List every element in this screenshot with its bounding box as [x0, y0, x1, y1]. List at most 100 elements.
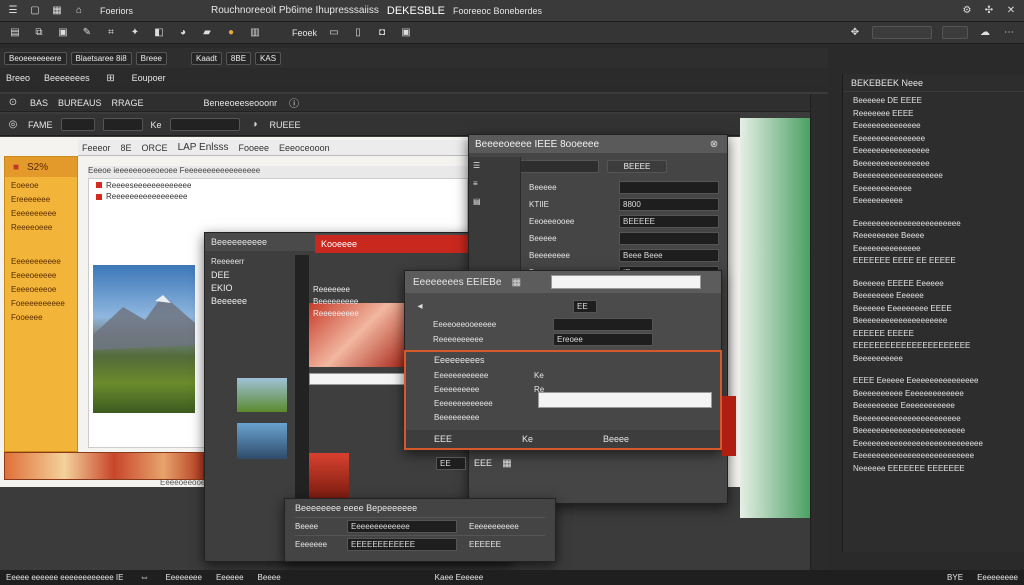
toolbar-field-2[interactable] [942, 26, 968, 39]
cloud-icon[interactable]: ☁ [978, 26, 992, 40]
option-b[interactable]: Beeeeeees [44, 73, 90, 83]
settings-row-value[interactable] [619, 232, 719, 245]
bottom-row-b[interactable]: Eeeeeeeeeeeee [347, 520, 457, 533]
yellow-panel: ■ S2% Eoeeoe Ereeeeeee Eeeeeeeeee Reeeeoeee… [4, 156, 78, 452]
right-panel-line: Eeeeeeeeeeeeeeee [853, 133, 926, 143]
tab-1[interactable]: Beoeeeeeeere [4, 51, 67, 65]
red-white-field[interactable] [309, 373, 405, 385]
palette-icon[interactable]: ◕ [176, 26, 190, 40]
front-sub-row-value: Ke [534, 370, 544, 380]
home-icon[interactable]: ⌂ [72, 4, 86, 18]
camera-icon[interactable]: ◘ [375, 26, 389, 40]
yellow-panel-item[interactable]: Eeeeoeeeoe [11, 285, 71, 299]
crop-icon[interactable]: ⌗ [104, 26, 118, 40]
tab-4[interactable]: Kaadt [191, 51, 222, 65]
settings-button[interactable]: BEEEE [607, 159, 667, 173]
doc-tab-e[interactable]: Fooeee [239, 143, 270, 153]
doc-tab-f[interactable]: Eeeoceooon [279, 143, 330, 153]
copy-icon[interactable]: ⧉ [32, 26, 46, 40]
layers-icon[interactable]: ◧ [152, 26, 166, 40]
right-panel-line: Eeeeeeeeeeeeeee [853, 121, 921, 130]
status-expand-icon[interactable]: ⇔ [137, 571, 151, 585]
settings-row-value[interactable]: Beee Beee [619, 249, 719, 262]
adjust-icon[interactable]: ◑ [248, 118, 262, 132]
puzzle-icon[interactable]: ✣ [982, 4, 996, 18]
yellow-panel-item[interactable]: Foeeeeeeeeee [11, 299, 71, 313]
menu-label[interactable]: Foeriors [100, 6, 133, 16]
red-dialog-left-item[interactable]: DEE [211, 270, 293, 283]
front-dialog-title: Eeeeeeees EEIEBe [413, 276, 502, 288]
rect-tool-icon[interactable]: ▭ [327, 26, 341, 40]
magic-icon[interactable]: ✦ [128, 26, 142, 40]
doc-tab-d[interactable]: LAP Enlsss [178, 142, 229, 153]
yellow-panel-item[interactable]: Eoeeoe [11, 181, 71, 195]
front-row-value[interactable]: Ereoee [553, 333, 653, 346]
yellow-panel-item[interactable]: Eeeeoeeeee [11, 271, 71, 285]
yellow-panel-item[interactable]: Eeeeeeeeee [11, 209, 71, 223]
scrollbar-v[interactable] [810, 94, 828, 570]
tab-3[interactable]: Breee [135, 51, 168, 65]
red-panel-item[interactable]: Beeeeeeeee [313, 297, 413, 309]
grid-tool-icon[interactable]: ▥ [248, 26, 262, 40]
option-c[interactable]: Eoupoer [132, 73, 166, 83]
yellow-panel-item[interactable]: Fooeeee [11, 313, 71, 327]
bottom-panel: Beeeeeeee eeee Bepeeeeeee Beeee Eeeeeeeee… [284, 498, 556, 562]
small-bar-a[interactable]: EE [436, 456, 466, 470]
folder-icon[interactable]: ▣ [56, 26, 70, 40]
screen-icon[interactable]: ▣ [399, 26, 413, 40]
settings-row-value[interactable]: 8800 [619, 198, 719, 211]
close-icon[interactable]: ✕ [1004, 4, 1018, 18]
color-icon[interactable]: ● [224, 26, 238, 40]
doc-tab-b[interactable]: 8E [121, 143, 132, 153]
settings-row-value[interactable] [619, 181, 719, 194]
option-a[interactable]: Breeo [6, 73, 30, 83]
front-footer-c[interactable]: Beeee [603, 434, 629, 444]
front-sub-white[interactable] [538, 392, 712, 408]
front-dialog-input[interactable] [551, 275, 702, 289]
target-icon[interactable]: ◎ [6, 118, 20, 132]
front-row-value[interactable] [553, 318, 653, 331]
front-footer-a[interactable]: EEE [434, 434, 452, 444]
doc-tab-c[interactable]: ORCE [142, 143, 168, 153]
zoom-icon[interactable]: ⊙ [6, 96, 20, 110]
tool-field-2[interactable] [102, 118, 143, 131]
yellow-panel-item[interactable]: Ereeeeeee [11, 195, 71, 209]
title-part-c: RRAGE [111, 97, 144, 108]
tool-field-1[interactable] [60, 118, 95, 131]
tab-6[interactable]: KAS [255, 51, 282, 65]
move-icon[interactable]: ✥ [848, 26, 862, 40]
options-icon[interactable]: ⋯ [1002, 26, 1016, 40]
tab-2[interactable]: Blaetsaree 8i8 [70, 51, 132, 65]
tool-field-3[interactable] [169, 118, 240, 131]
yellow-panel-item[interactable]: Reeeeoeee [11, 223, 71, 237]
lock-icon[interactable]: ▰ [200, 26, 214, 40]
front-dialog-menu-icon[interactable]: ▦ [509, 275, 523, 289]
front-footer-b[interactable]: Ke [522, 434, 533, 444]
grid-icon[interactable]: ▦ [50, 4, 64, 18]
tab-5[interactable]: 8BE [225, 51, 252, 65]
doc-tab-a[interactable]: Feeeor [82, 143, 111, 153]
red-panel-item[interactable]: Reeeeeee [313, 285, 413, 297]
window-icon[interactable]: ▢ [28, 4, 42, 18]
front-arrow-icon[interactable]: ◂ [413, 299, 427, 313]
red-panel-item[interactable]: Reeeeeeeee [313, 309, 413, 321]
bottom-row-a: Beeee [295, 522, 319, 531]
small-bar-icon[interactable]: ▦ [500, 456, 514, 470]
red-dialog-button[interactable]: Kooeeee [321, 239, 357, 249]
toolbar-field-1[interactable] [872, 26, 932, 39]
menu-right-label[interactable]: Fooreeoc Boneberdes [453, 6, 542, 16]
front-field[interactable]: EE [573, 299, 597, 313]
bottom-row-b[interactable]: EEEEEEEEEEEE [347, 538, 457, 551]
settings-close-icon[interactable]: ⊗ [707, 137, 721, 151]
stack-icon[interactable]: ⊞ [104, 71, 118, 85]
file-icon[interactable]: ▤ [8, 26, 22, 40]
brush-icon[interactable]: ✎ [80, 26, 94, 40]
red-dialog-left-item[interactable]: Beeeeee [211, 296, 293, 309]
yellow-panel-item[interactable]: Eeeeeeeeeee [11, 257, 71, 271]
settings-row-value[interactable]: BEEEEE [619, 215, 719, 228]
info-icon[interactable]: ⓘ [287, 96, 301, 110]
red-dialog-left-item[interactable]: EKIO [211, 283, 293, 296]
frame-icon[interactable]: ▯ [351, 26, 365, 40]
gear-icon[interactable]: ⚙ [960, 4, 974, 18]
app-menu-icon[interactable]: ☰ [6, 4, 20, 18]
